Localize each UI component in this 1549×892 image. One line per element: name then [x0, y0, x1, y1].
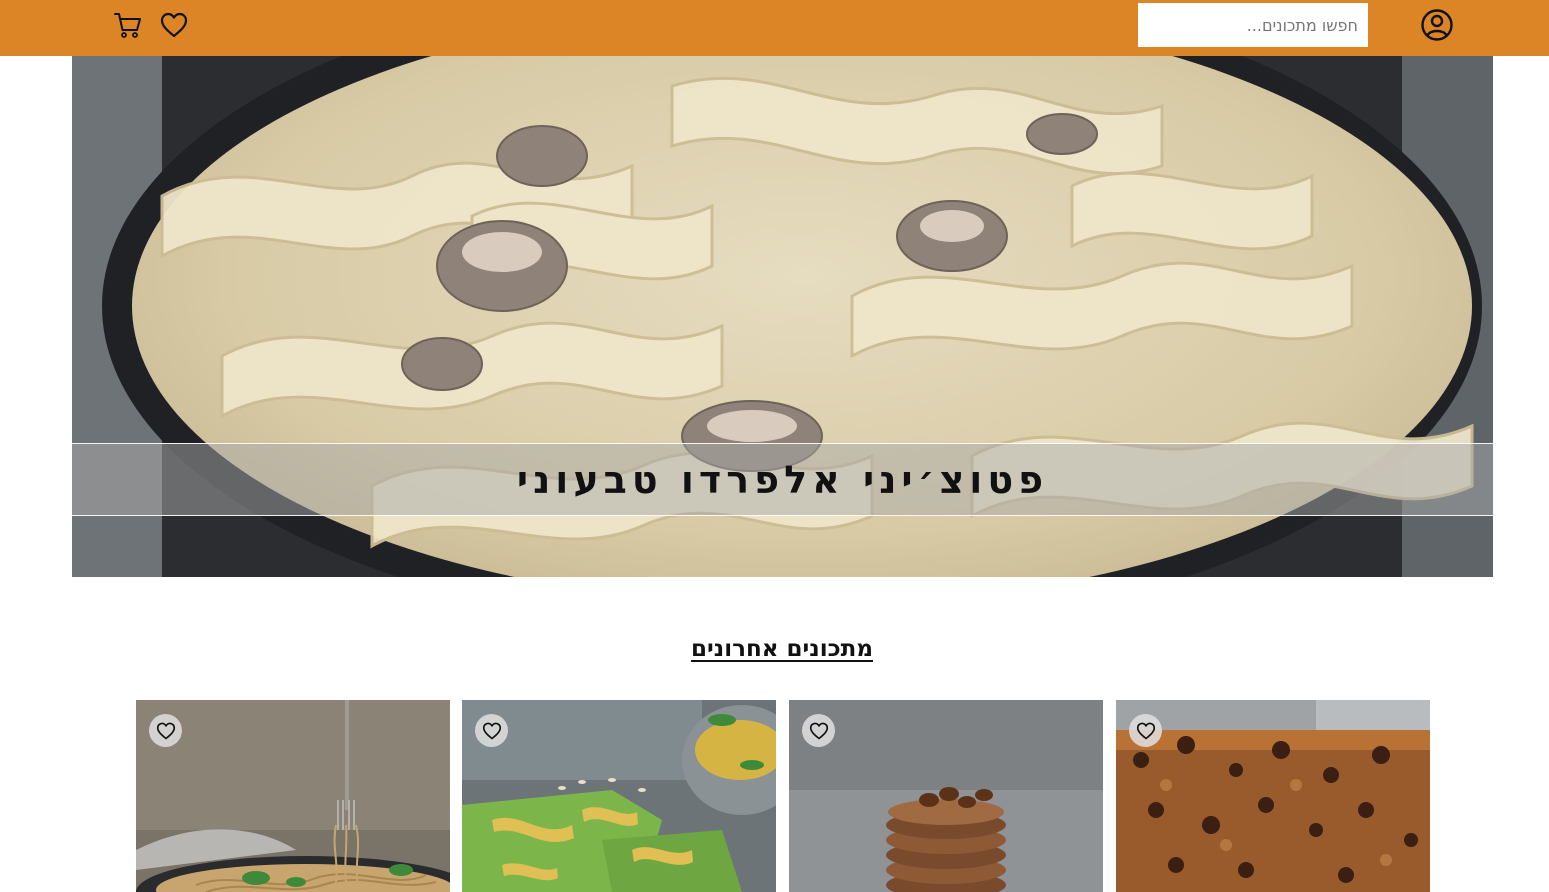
favorite-button[interactable] — [149, 714, 182, 747]
favorite-button[interactable] — [1129, 714, 1162, 747]
search-input[interactable] — [1138, 3, 1368, 47]
heart-icon — [482, 722, 501, 739]
top-navbar — [0, 0, 1549, 56]
green-crepes-image — [462, 700, 776, 892]
recipe-card-green-crepes[interactable] — [462, 700, 776, 892]
pancakes-image — [789, 700, 1103, 892]
spaghetti-image — [136, 700, 450, 892]
favorite-button[interactable] — [475, 714, 508, 747]
hero-title[interactable]: פטוצ׳יני אלפרדו טבעוני — [517, 458, 1048, 502]
hero-banner[interactable]: פטוצ׳יני אלפרדו טבעוני — [72, 56, 1493, 577]
hero-title-band: פטוצ׳יני אלפרדו טבעוני — [72, 443, 1493, 516]
favorite-button[interactable] — [802, 714, 835, 747]
recipe-card-pancakes[interactable] — [789, 700, 1103, 892]
recipe-card-spaghetti[interactable] — [136, 700, 450, 892]
recent-recipes-heading: מתכונים אחרונים — [691, 636, 873, 662]
heart-icon — [809, 722, 828, 739]
user-icon[interactable] — [1419, 7, 1455, 43]
heart-icon — [156, 722, 175, 739]
heart-icon[interactable] — [158, 9, 190, 41]
heart-icon — [1136, 722, 1155, 739]
recipe-card-cake[interactable] — [1116, 700, 1430, 892]
cake-image — [1116, 700, 1430, 892]
cart-icon[interactable] — [112, 9, 144, 41]
